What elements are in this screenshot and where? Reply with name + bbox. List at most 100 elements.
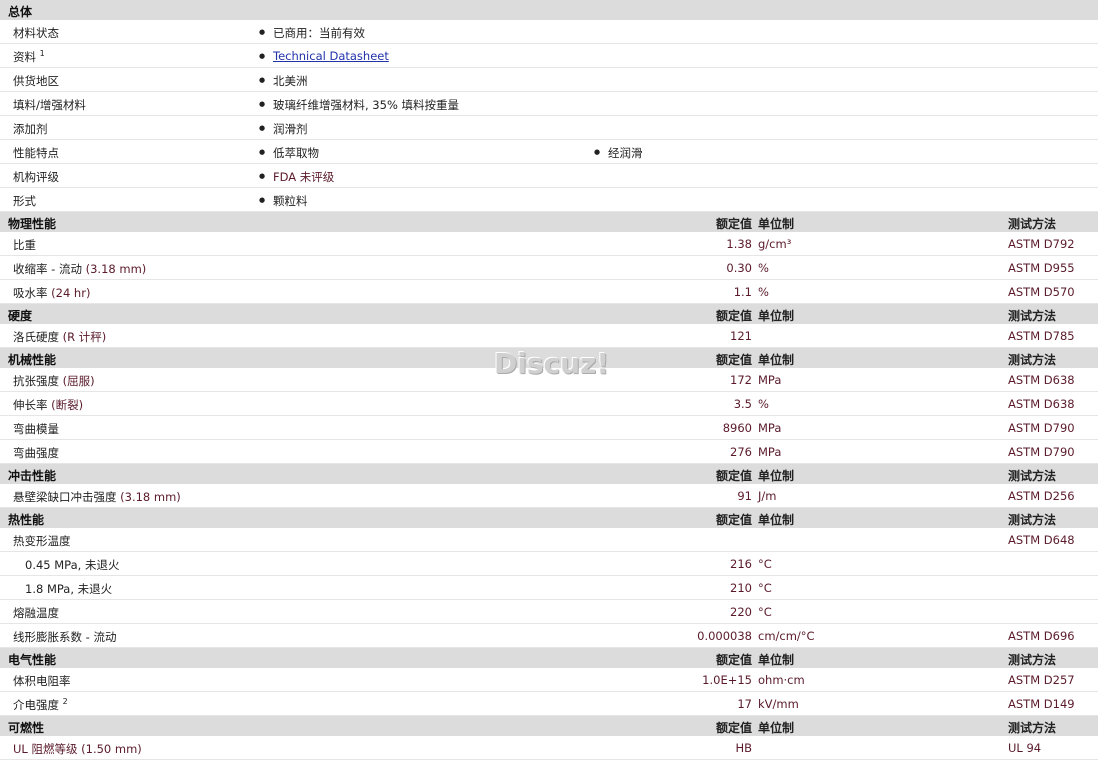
bullet-icon: ● — [259, 100, 266, 108]
property-row: 0.45 MPa, 未退火 216 °C — [0, 552, 1098, 576]
row-value: 低萃取物 — [273, 146, 319, 160]
test-method: ASTM D570 — [1008, 285, 1075, 299]
row-value: 玻璃纤维增强材料, 35% 填料按重量 — [273, 98, 460, 112]
value-column-header: 额定值 — [715, 217, 752, 231]
test-method: ASTM D955 — [1008, 261, 1075, 275]
unit-value: MPa — [758, 445, 782, 459]
property-label: 介电强度 2 — [13, 697, 68, 712]
nominal-value: 276 — [730, 445, 752, 459]
test-method: ASTM D785 — [1008, 329, 1075, 343]
general-row: 填料/增强材料 ● 玻璃纤维增强材料, 35% 填料按重量 — [0, 92, 1098, 116]
test-method: ASTM D256 — [1008, 489, 1075, 503]
bullet-icon: ● — [259, 52, 266, 60]
property-label: 吸水率 (24 hr) — [13, 286, 91, 300]
section-header: 物理性能 额定值 单位制 测试方法 — [0, 212, 1098, 232]
section-title: 硬度 — [8, 309, 33, 323]
section-header-general: 总体 — [0, 0, 1098, 20]
property-label: 线形膨胀系数 - 流动 — [13, 630, 117, 644]
general-row: 资料 1 ● Technical Datasheet — [0, 44, 1098, 68]
bullet-icon: ● — [259, 124, 266, 132]
property-label: 洛氏硬度 (R 计秤) — [13, 330, 107, 344]
value-column-header: 额定值 — [715, 353, 752, 367]
method-column-header: 测试方法 — [1008, 217, 1057, 231]
section-title: 冲击性能 — [8, 469, 57, 483]
unit-value: °C — [758, 605, 772, 619]
unit-value: % — [758, 285, 769, 299]
unit-value: J/m — [758, 489, 777, 503]
unit-column-header: 单位制 — [758, 353, 795, 367]
unit-value: °C — [758, 557, 772, 571]
property-row: 体积电阻率 1.0E+15 ohm·cm ASTM D257 — [0, 668, 1098, 692]
property-row: 弯曲强度 276 MPa ASTM D790 — [0, 440, 1098, 464]
test-method: ASTM D792 — [1008, 237, 1075, 251]
test-condition: (24 hr) — [51, 286, 91, 300]
test-condition: (1.50 mm) — [81, 742, 142, 756]
unit-value: % — [758, 397, 769, 411]
section-header: 热性能 额定值 单位制 测试方法 — [0, 508, 1098, 528]
property-label: 热变形温度 — [13, 534, 71, 548]
property-label: 弯曲强度 — [13, 446, 59, 460]
row-label: 资料 1 — [13, 49, 45, 64]
method-column-header: 测试方法 — [1008, 653, 1057, 667]
property-label: 体积电阻率 — [13, 674, 71, 688]
bullet-icon: ● — [259, 28, 266, 36]
nominal-value: 17 — [737, 697, 752, 711]
datasheet: 总体 材料状态 ● 已商用：当前有效 资料 1 ● Technical Datasheet 供… — [0, 0, 1098, 760]
property-label: 收缩率 - 流动 (3.18 mm) — [13, 262, 147, 276]
section-title: 电气性能 — [8, 653, 57, 667]
row-value: 经润滑 — [608, 146, 643, 160]
section-header: 冲击性能 额定值 单位制 测试方法 — [0, 464, 1098, 484]
row-label: 机构评级 — [13, 170, 59, 184]
bullet-icon: ● — [259, 148, 266, 156]
value-column-header: 额定值 — [715, 653, 752, 667]
property-row: 洛氏硬度 (R 计秤) 121 ASTM D785 — [0, 324, 1098, 348]
nominal-value: 1.1 — [733, 285, 752, 299]
test-condition: (屈服) — [62, 374, 95, 388]
unit-column-header: 单位制 — [758, 653, 795, 667]
test-method: ASTM D790 — [1008, 421, 1075, 435]
bullet-icon: ● — [259, 76, 266, 84]
method-column-header: 测试方法 — [1008, 721, 1057, 735]
unit-column-header: 单位制 — [758, 721, 795, 735]
nominal-value: HB — [735, 741, 752, 755]
section-header: 电气性能 额定值 单位制 测试方法 — [0, 648, 1098, 668]
method-column-header: 测试方法 — [1008, 469, 1057, 483]
property-label: 0.45 MPa, 未退火 — [25, 558, 120, 572]
test-method: ASTM D638 — [1008, 397, 1075, 411]
property-label: 熔融温度 — [13, 606, 59, 620]
nominal-value: 8960 — [722, 421, 752, 435]
section-header: 可燃性 额定值 单位制 测试方法 — [0, 716, 1098, 736]
watermark: Discuz! — [494, 347, 610, 380]
unit-value: ohm·cm — [758, 673, 805, 687]
row-label: 性能特点 — [13, 146, 59, 160]
property-row: 伸长率 (断裂) 3.5% ASTM D638 — [0, 392, 1098, 416]
row-label: 形式 — [13, 194, 36, 208]
unit-value: °C — [758, 581, 772, 595]
general-row: 添加剂 ● 润滑剂 — [0, 116, 1098, 140]
unit-column-header: 单位制 — [758, 469, 795, 483]
property-row: 收缩率 - 流动 (3.18 mm) 0.30% ASTM D955 — [0, 256, 1098, 280]
unit-value: MPa — [758, 421, 782, 435]
row-value: 润滑剂 — [273, 122, 308, 136]
nominal-value: 172 — [730, 373, 752, 387]
row-value: FDA 未评级 — [273, 170, 335, 184]
nominal-value: 216 — [730, 557, 752, 571]
datasheet-link[interactable]: Technical Datasheet — [273, 49, 389, 63]
nominal-value: 220 — [730, 605, 752, 619]
unit-column-header: 单位制 — [758, 513, 795, 527]
section-title: 可燃性 — [8, 721, 45, 735]
property-row: 悬壁梁缺口冲击强度 (3.18 mm) 91 J/m ASTM D256 — [0, 484, 1098, 508]
section-title: 总体 — [8, 5, 33, 19]
general-row: 形式 ● 颗粒料 — [0, 188, 1098, 212]
row-value: 颗粒料 — [273, 194, 308, 208]
unit-value: g/cm³ — [758, 237, 792, 251]
general-row: 机构评级 ● FDA 未评级 — [0, 164, 1098, 188]
nominal-value: 1.38 — [726, 237, 752, 251]
section-title: 机械性能 — [8, 353, 57, 367]
property-label: 悬壁梁缺口冲击强度 (3.18 mm) — [13, 490, 181, 504]
value-column-header: 额定值 — [715, 469, 752, 483]
value-column-header: 额定值 — [715, 309, 752, 323]
test-method: ASTM D648 — [1008, 533, 1075, 547]
test-condition: (3.18 mm) — [120, 490, 181, 504]
general-row: 性能特点 ● 低萃取物 ● 经润滑 — [0, 140, 1098, 164]
